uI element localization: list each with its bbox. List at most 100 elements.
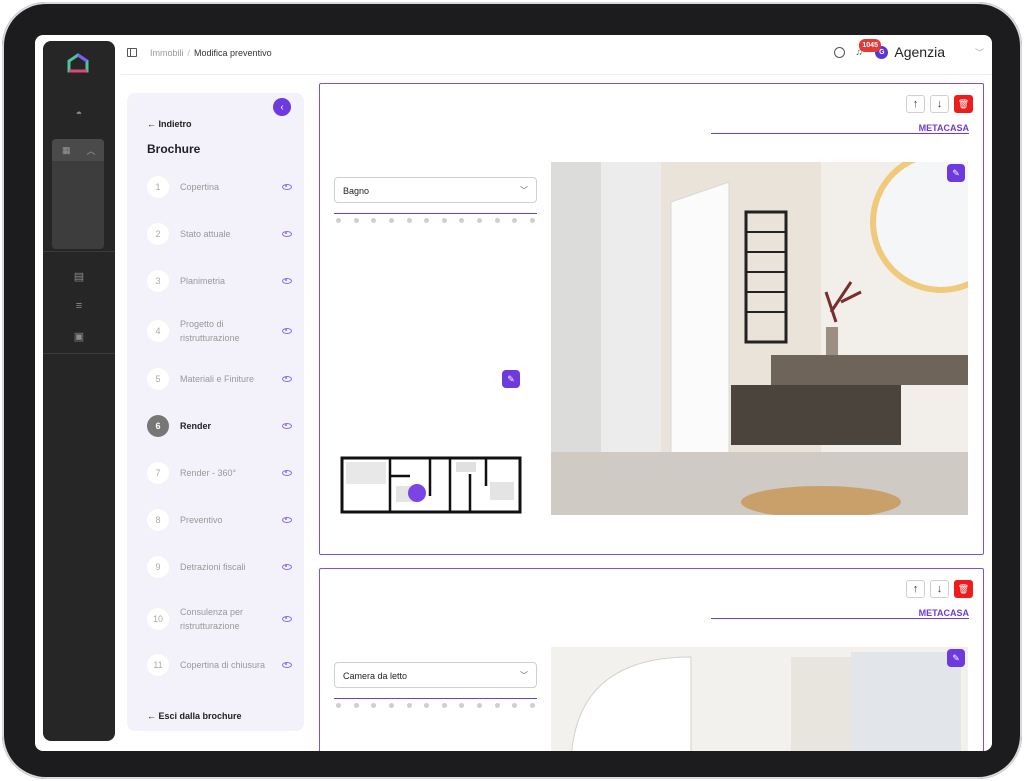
sidebar-step[interactable]: 10 Consulenza per ristrutturazione xyxy=(147,605,292,633)
chevron-up-icon: ︿ xyxy=(86,145,96,156)
sidebar-step[interactable]: 7 Render - 360° xyxy=(147,462,292,484)
pagination-dots[interactable] xyxy=(334,703,537,708)
brand-label: METACASA xyxy=(918,608,969,618)
edit-floorplan-button[interactable]: ✎ xyxy=(502,370,520,388)
eye-icon[interactable] xyxy=(282,616,292,622)
sidebar-step[interactable]: 1 Copertina xyxy=(147,176,292,198)
breadcrumb-item[interactable]: Immobili xyxy=(150,48,184,58)
edit-render-button[interactable]: ✎ xyxy=(947,164,965,182)
sidebar-step[interactable]: 8 Preventivo xyxy=(147,509,292,531)
step-number: 10 xyxy=(147,608,169,630)
section-toolbar: ↑ ↓ 🗑 xyxy=(906,580,973,598)
delete-button[interactable]: 🗑 xyxy=(954,95,973,113)
back-link[interactable]: ← Indietro xyxy=(147,119,192,129)
divider xyxy=(711,618,969,619)
step-number: 8 xyxy=(147,509,169,531)
exit-brochure-link[interactable]: ← Esci dalla brochure xyxy=(147,711,242,721)
room-select-value: Bagno xyxy=(343,186,370,196)
step-label: Consulenza per ristrutturazione xyxy=(180,607,244,631)
render-section: ↑ ↓ 🗑 METACASA Camera da letto ﹀ ✎ xyxy=(319,568,984,751)
render-section: ↑ ↓ 🗑 METACASA Bagno ﹀ ✎ ✎ xyxy=(319,83,984,555)
divider xyxy=(711,133,969,134)
brochure-sidebar: ← Indietro Brochure 1 Copertina 2 Stato att… xyxy=(127,93,304,731)
slider-track xyxy=(334,213,537,214)
sidebar-step[interactable]: 6 Render xyxy=(147,415,292,437)
delete-button[interactable]: 🗑 xyxy=(954,580,973,598)
sidebar-toggle-icon[interactable] xyxy=(127,48,137,57)
icon-rail: ◓ ▦ ︿ ▤ ≡ ▣ xyxy=(43,41,115,741)
contact-icon[interactable]: ▣ xyxy=(43,326,115,346)
step-number: 11 xyxy=(147,654,169,676)
move-up-button[interactable]: ↑ xyxy=(906,580,925,598)
eye-icon[interactable] xyxy=(282,517,292,523)
step-label: Render xyxy=(180,421,212,431)
step-label: Render - 360° xyxy=(180,468,237,478)
brand-label: METACASA xyxy=(918,123,969,133)
step-label: Copertina xyxy=(180,182,220,192)
sidebar-step[interactable]: 3 Planimetria xyxy=(147,270,292,292)
render-image xyxy=(551,647,968,751)
sidebar-step[interactable]: 2 Stato attuale xyxy=(147,223,292,245)
sidebar-step[interactable]: 4 Progetto di ristrutturazione xyxy=(147,317,292,345)
pagination-dots[interactable] xyxy=(334,218,537,223)
edit-render-button[interactable]: ✎ xyxy=(947,649,965,667)
sidebar-step[interactable]: 9 Detrazioni fiscali xyxy=(147,556,292,578)
eye-icon[interactable] xyxy=(282,278,292,284)
step-label: Preventivo xyxy=(180,515,223,525)
eye-icon[interactable] xyxy=(282,376,292,382)
list-icon[interactable]: ≡ xyxy=(43,296,115,316)
move-up-button[interactable]: ↑ xyxy=(906,95,925,113)
room-select[interactable]: Camera da letto ﹀ xyxy=(334,662,537,688)
move-down-button[interactable]: ↓ xyxy=(930,95,949,113)
room-select[interactable]: Bagno ﹀ xyxy=(334,177,537,203)
section-toolbar: ↑ ↓ 🗑 xyxy=(906,95,973,113)
nav-group: ▦ ︿ xyxy=(52,139,104,249)
divider xyxy=(43,251,115,252)
breadcrumb: Immobili / Modifica preventivo xyxy=(150,48,272,58)
sidebar-step[interactable]: 11 Copertina di chiusura xyxy=(147,654,292,676)
move-down-button[interactable]: ↓ xyxy=(930,580,949,598)
chevron-down-icon: ﹀ xyxy=(520,671,528,680)
collapse-sidebar-button[interactable]: ‹ xyxy=(273,98,291,116)
step-number: 2 xyxy=(147,223,169,245)
back-label: Indietro xyxy=(158,119,192,129)
step-number: 9 xyxy=(147,556,169,578)
nav-group-header[interactable]: ▦ ︿ xyxy=(52,139,104,161)
eye-icon[interactable] xyxy=(282,423,292,429)
eye-icon[interactable] xyxy=(282,328,292,334)
eye-icon[interactable] xyxy=(282,564,292,570)
document-icon[interactable]: ▤ xyxy=(43,266,115,286)
notification-badge: 1045 xyxy=(859,38,881,52)
app-screen: ◓ ▦ ︿ ▤ ≡ ▣ Immobili / Modifica preventivo … xyxy=(35,35,992,751)
chevron-down-icon[interactable]: ﹀ xyxy=(975,46,984,59)
eye-icon[interactable] xyxy=(282,231,292,237)
account-name[interactable]: Agenzia xyxy=(894,44,945,60)
chat-icon[interactable] xyxy=(834,46,846,58)
step-number: 3 xyxy=(147,270,169,292)
dashboard-icon[interactable]: ◓ xyxy=(43,104,115,124)
bell-icon[interactable]: ♫ 1045 xyxy=(855,38,881,58)
tablet-frame: ◓ ▦ ︿ ▤ ≡ ▣ Immobili / Modifica preventivo … xyxy=(2,2,1022,779)
step-label: Materiali e Finiture xyxy=(180,374,255,384)
step-label: Detrazioni fiscali xyxy=(180,562,246,572)
divider xyxy=(43,353,115,354)
chevron-down-icon: ﹀ xyxy=(520,186,528,195)
app-logo-icon[interactable] xyxy=(67,53,89,75)
slider-track xyxy=(334,698,537,699)
eye-icon[interactable] xyxy=(282,470,292,476)
breadcrumb-current: Modifica preventivo xyxy=(194,48,272,58)
sidebar-step[interactable]: 5 Materiali e Finiture xyxy=(147,368,292,390)
sidebar-title: Brochure xyxy=(147,142,201,156)
step-label: Progetto di ristrutturazione xyxy=(180,319,240,343)
step-label: Planimetria xyxy=(180,276,226,286)
step-number: 5 xyxy=(147,368,169,390)
eye-icon[interactable] xyxy=(282,184,292,190)
eye-icon[interactable] xyxy=(282,662,292,668)
step-number: 1 xyxy=(147,176,169,198)
top-bar: Immobili / Modifica preventivo ♫ 1045 G Age… xyxy=(121,35,992,75)
step-label: Copertina di chiusura xyxy=(180,660,266,670)
floorplan-image[interactable] xyxy=(340,456,522,514)
exit-label: Esci dalla brochure xyxy=(158,711,242,721)
render-image xyxy=(551,162,968,515)
room-select-value: Camera da letto xyxy=(343,671,408,681)
